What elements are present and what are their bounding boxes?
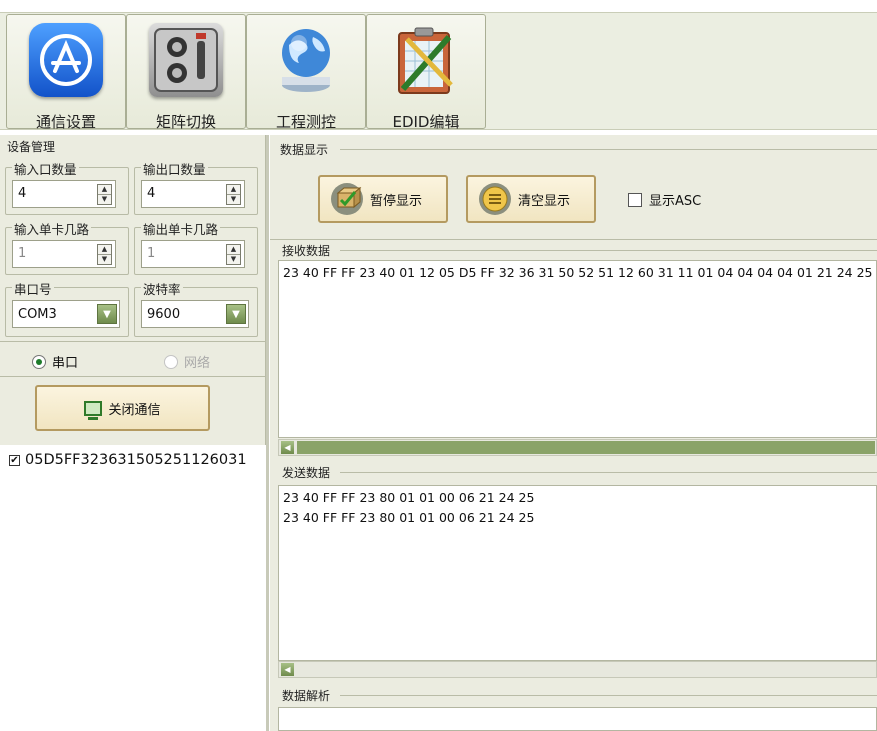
baud-rate-value: 9600: [147, 307, 181, 322]
serial-port-group: 串口号 COM3 ▼: [5, 279, 129, 337]
data-display-panel: 数据显示 暂停显示 清空显示 显示ASC 接收数据 23 40 FF FF 23…: [270, 135, 877, 731]
device-management-panel: 设备管理 输入口数量 4 ▲ ▼ 输出口数量 4 ▲ ▼ 输入单卡几路 1 ▲ ▼ 输…: [0, 135, 266, 445]
clear-display-button[interactable]: 清空显示: [466, 175, 596, 223]
comm-settings-label: 通信设置: [35, 113, 96, 131]
send-line: 23 40 FF FF 23 80 01 01 00 06 21 24 25: [283, 490, 535, 505]
input-card-arrows[interactable]: ▲ ▼: [97, 244, 112, 265]
send-line: 23 40 FF FF 23 80 01 01 00 06 21 24 25: [283, 510, 535, 525]
scroll-left-icon[interactable]: ◀: [281, 441, 294, 454]
output-count-arrows[interactable]: ▲ ▼: [226, 184, 241, 205]
output-card-spinner[interactable]: 1 ▲ ▼: [141, 240, 245, 268]
divider: [340, 250, 877, 251]
checkbox-checked-icon[interactable]: ✔: [9, 454, 20, 466]
receive-data-textbox[interactable]: 23 40 FF FF 23 40 01 12 05 D5 FF 32 36 3…: [278, 260, 877, 438]
divider: [270, 239, 877, 240]
send-data-textbox[interactable]: 23 40 FF FF 23 80 01 01 00 06 21 24 25 2…: [278, 485, 877, 661]
scroll-left-icon[interactable]: ◀: [281, 663, 294, 676]
input-count-group: 输入口数量 4 ▲ ▼: [5, 159, 129, 215]
matrix-switch-button[interactable]: 矩阵切换: [126, 14, 246, 131]
data-parse-textbox[interactable]: [278, 707, 877, 731]
spin-down-icon[interactable]: ▼: [227, 194, 240, 204]
matrix-switch-label: 矩阵切换: [155, 113, 216, 131]
toolbar: 通信设置 矩阵切换 工程测控 EDID编辑: [0, 0, 877, 135]
connection-mode-row: 串口 网络: [0, 345, 266, 375]
edid-edit-button[interactable]: EDID编辑: [366, 14, 486, 131]
spin-up-icon[interactable]: ▲: [98, 245, 111, 254]
radio-network[interactable]: 网络: [164, 352, 210, 371]
monitor-icon: [84, 400, 103, 420]
spin-down-icon[interactable]: ▼: [98, 254, 111, 264]
send-data-title: 发送数据: [282, 466, 331, 480]
spin-down-icon[interactable]: ▼: [227, 254, 240, 264]
app-store-icon: [29, 23, 103, 97]
project-control-label: 工程测控: [275, 113, 336, 131]
edid-edit-label: EDID编辑: [392, 113, 460, 131]
radio-serial-label: 串口: [52, 356, 79, 371]
divider: [0, 341, 266, 342]
data-display-title: 数据显示: [280, 143, 329, 157]
receive-scrollbar[interactable]: ◀: [278, 439, 877, 456]
send-scrollbar[interactable]: ◀: [278, 661, 877, 678]
output-card-value: 1: [147, 246, 156, 261]
input-card-spinner[interactable]: 1 ▲ ▼: [12, 240, 116, 268]
spin-up-icon[interactable]: ▲: [98, 185, 111, 194]
output-count-value: 4: [147, 186, 156, 201]
baud-rate-label: 波特率: [141, 279, 183, 298]
input-card-label: 输入单卡几路: [12, 219, 92, 238]
receive-line: 23 40 FF FF 23 40 01 12 05 D5 FF 32 36 3…: [283, 265, 873, 280]
serial-port-select[interactable]: COM3 ▼: [12, 300, 120, 328]
show-asc-checkbox[interactable]: 显示ASC: [628, 190, 701, 209]
output-card-group: 输出单卡几路 1 ▲ ▼: [134, 219, 258, 275]
pause-display-button[interactable]: 暂停显示: [318, 175, 448, 223]
baud-rate-select[interactable]: 9600 ▼: [141, 300, 249, 328]
output-count-group: 输出口数量 4 ▲ ▼: [134, 159, 258, 215]
output-count-label: 输出口数量: [141, 159, 208, 178]
input-count-spinner[interactable]: 4 ▲ ▼: [12, 180, 116, 208]
scroll-thumb[interactable]: [297, 441, 875, 454]
close-communication-button[interactable]: 关闭通信: [35, 385, 210, 431]
clipboard-icon: [389, 23, 463, 97]
chevron-down-icon[interactable]: ▼: [226, 304, 246, 324]
baud-rate-group: 波特率 9600 ▼: [134, 279, 258, 337]
radio-network-label: 网络: [184, 356, 211, 371]
serial-port-label: 串口号: [12, 279, 54, 298]
clear-icon: [478, 182, 512, 216]
divider: [340, 472, 877, 473]
radio-serial[interactable]: 串口: [32, 352, 78, 371]
receive-data-title: 接收数据: [282, 244, 331, 258]
checkbox-unchecked-icon[interactable]: [628, 192, 642, 207]
show-asc-label: 显示ASC: [649, 194, 702, 209]
input-count-value: 4: [18, 186, 27, 201]
radio-selected-icon[interactable]: [32, 354, 46, 369]
package-icon: [330, 182, 364, 216]
divider: [0, 376, 266, 377]
output-card-label: 输出单卡几路: [141, 219, 221, 238]
output-card-arrows[interactable]: ▲ ▼: [226, 244, 241, 265]
clear-display-label: 清空显示: [518, 193, 571, 209]
input-count-arrows[interactable]: ▲ ▼: [97, 184, 112, 205]
device-list-item-label: 05D5FF323631505251126031: [25, 452, 247, 468]
chevron-down-icon[interactable]: ▼: [97, 304, 117, 324]
panel-splitter[interactable]: [266, 135, 269, 731]
safe-icon: [149, 23, 223, 97]
spin-up-icon[interactable]: ▲: [227, 185, 240, 194]
pause-display-label: 暂停显示: [370, 193, 423, 209]
data-parse-title: 数据解析: [282, 689, 331, 703]
radio-unselected-icon[interactable]: [164, 354, 178, 369]
device-list-item[interactable]: ✔ 05D5FF323631505251126031: [9, 452, 247, 468]
spin-up-icon[interactable]: ▲: [227, 245, 240, 254]
close-communication-label: 关闭通信: [108, 402, 161, 418]
divider: [340, 695, 877, 696]
project-control-button[interactable]: 工程测控: [246, 14, 366, 131]
serial-port-value: COM3: [18, 307, 57, 322]
device-management-title: 设备管理: [7, 140, 56, 154]
input-card-value: 1: [18, 246, 27, 261]
input-card-group: 输入单卡几路 1 ▲ ▼: [5, 219, 129, 275]
output-count-spinner[interactable]: 4 ▲ ▼: [141, 180, 245, 208]
spin-down-icon[interactable]: ▼: [98, 194, 111, 204]
input-count-label: 输入口数量: [12, 159, 79, 178]
globe-icon: [269, 23, 343, 97]
comm-settings-button[interactable]: 通信设置: [6, 14, 126, 131]
divider: [340, 149, 877, 150]
